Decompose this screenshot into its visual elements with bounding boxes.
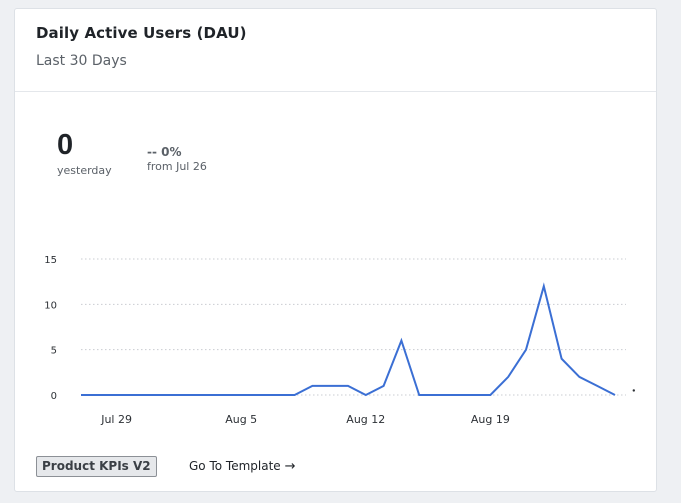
data-point (490, 394, 492, 396)
data-point (258, 394, 260, 396)
data-point (401, 340, 403, 342)
data-point (205, 394, 207, 396)
data-point (329, 385, 331, 387)
data-point (579, 376, 581, 378)
x-tick-label: Aug 19 (471, 413, 510, 426)
product-kpis-tag[interactable]: Product KPIs V2 (36, 456, 157, 477)
x-tick-label: Jul 29 (100, 413, 132, 426)
data-point (134, 394, 136, 396)
data-point (561, 358, 563, 360)
data-point (472, 394, 474, 396)
data-point (312, 385, 314, 387)
data-point (454, 394, 456, 396)
data-point (116, 394, 118, 396)
data-point (294, 394, 296, 396)
y-tick-label: 5 (51, 346, 57, 357)
data-point (543, 285, 545, 287)
data-point (169, 394, 171, 396)
data-point (596, 385, 598, 387)
data-point (365, 394, 367, 396)
data-point (436, 394, 438, 396)
data-point (151, 394, 153, 396)
data-point (507, 376, 509, 378)
y-tick-label: 10 (44, 300, 57, 311)
go-to-template-link[interactable]: Go To Template → (189, 459, 296, 474)
data-point (276, 394, 278, 396)
arrow-right-icon: → (284, 459, 296, 474)
data-point (223, 394, 225, 396)
data-point (383, 385, 385, 387)
go-to-template-label: Go To Template (189, 459, 281, 473)
data-point (240, 394, 242, 396)
data-point (418, 394, 420, 396)
dau-card: Daily Active Users (DAU) Last 30 Days 0 … (14, 8, 657, 492)
y-tick-label: 0 (51, 391, 57, 402)
partial-point-marker (632, 389, 635, 392)
series-line (81, 282, 616, 397)
dau-line-chart: 0 5 10 15 Jul 29 Aug 5 Aug 12 Aug 19 (44, 255, 635, 426)
data-point (347, 385, 349, 387)
x-tick-label: Aug 12 (346, 413, 385, 426)
data-point (525, 349, 527, 351)
data-point (187, 394, 189, 396)
data-point (80, 394, 82, 396)
x-tick-label: Aug 5 (225, 413, 257, 426)
y-tick-label: 15 (44, 255, 57, 266)
data-point (98, 394, 100, 396)
data-point (614, 394, 616, 396)
